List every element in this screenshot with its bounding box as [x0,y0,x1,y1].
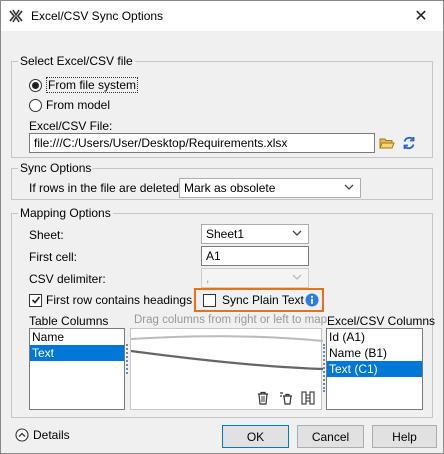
excel-columns-title: Excel/CSV Columns [327,314,436,328]
checkbox-checked [29,293,42,307]
table-columns-title: Table Columns [29,314,109,328]
checkmark-icon [31,296,40,304]
radio-from-model-label: From model [46,98,111,112]
left-drag-handle[interactable] [126,344,128,374]
table-columns-list[interactable]: Name Text [29,328,125,410]
rows-deleted-label: If rows in the file are deleted: [29,181,183,195]
title-bar: Excel/CSV Sync Options ✕ [1,1,443,31]
rows-deleted-select[interactable]: Mark as obsolete [179,178,361,198]
headings-checkbox[interactable]: First row contains headings [29,293,192,307]
sheet-value: Sheet1 [206,227,245,241]
excel-columns-list[interactable]: Id (A1) Name (B1) Text (C1) [326,328,423,410]
first-cell-field[interactable]: A1 [201,246,309,266]
info-icon[interactable] [305,293,319,307]
checkbox-unchecked [203,293,216,307]
file-path-field[interactable]: file:///C:/Users/User/Desktop/Requiremen… [29,133,375,153]
delete-all-icon[interactable] [279,391,293,405]
delete-icon[interactable] [256,391,270,405]
window-title: Excel/CSV Sync Options [31,9,164,23]
headings-checkbox-label: First row contains headings [46,293,193,307]
dialog-window: Excel/CSV Sync Options ✕ Select Excel/CS… [0,0,444,454]
open-folder-icon[interactable] [379,135,395,151]
rows-deleted-value: Mark as obsolete [184,181,276,195]
details-label: Details [33,428,70,442]
sync-plain-text-label: Sync Plain Text [222,293,304,307]
select-file-group-title: Select Excel/CSV file [18,54,135,68]
list-item[interactable]: Name [30,329,124,345]
csv-delimiter-select: , [201,268,309,288]
mapping-options-group-title: Mapping Options [18,206,113,220]
chevron-down-icon [292,230,302,236]
cancel-button[interactable]: Cancel [297,425,364,448]
radio-from-model[interactable]: From model [29,98,110,112]
sheet-label: Sheet: [29,228,64,242]
first-cell-label: First cell: [29,250,77,264]
radio-from-file-system[interactable]: From file system [29,77,139,93]
csv-delimiter-label: CSV delimiter: [29,272,106,286]
sync-plain-text-highlight: Sync Plain Text [194,288,324,312]
close-icon: ✕ [414,8,428,25]
ok-button[interactable]: OK [222,425,289,448]
auto-map-icon[interactable] [301,391,315,405]
list-item[interactable]: Id (A1) [327,329,422,345]
file-label: Excel/CSV File: [29,119,113,133]
radio-from-file-system-label: From file system [46,77,139,93]
magicdraw-app-icon [9,9,23,23]
details-toggle[interactable]: Details [15,428,70,442]
list-item[interactable]: Name (B1) [327,345,422,361]
mapping-lines [131,335,323,371]
sheet-select[interactable]: Sheet1 [201,224,309,244]
chevron-down-icon [344,184,354,190]
sync-options-group-title: Sync Options [18,161,94,175]
list-item-selected[interactable]: Text [30,345,124,361]
list-item-selected[interactable]: Text (C1) [327,361,422,377]
radio-indicator [29,98,42,112]
radio-indicator-checked [29,78,42,92]
right-drag-handle[interactable] [323,344,325,392]
expand-circle-icon [15,428,29,442]
chevron-down-icon [292,274,302,280]
mapping-canvas[interactable] [130,328,323,410]
refresh-icon[interactable] [401,135,417,151]
help-button[interactable]: Help [372,425,437,448]
close-button[interactable]: ✕ [399,1,443,31]
drag-hint: Drag columns from right or left to map [134,314,328,326]
sync-plain-text-checkbox[interactable]: Sync Plain Text [203,293,304,307]
csv-delimiter-value: , [206,271,210,285]
